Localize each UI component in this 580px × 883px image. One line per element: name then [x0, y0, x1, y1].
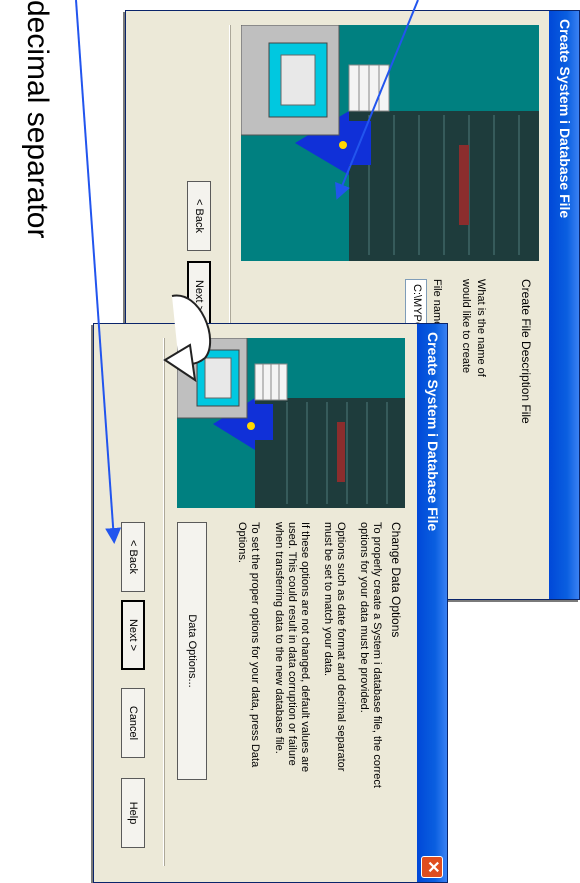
para3-line2: used. This could result in data corrupti… [286, 522, 298, 766]
para4-line1: To set the proper options for your data,… [249, 522, 261, 768]
button-separator [163, 338, 165, 866]
back-button[interactable]: < Back [187, 181, 211, 251]
decimal-separator-caption: decimal separator [21, 0, 54, 239]
question-line-1: What is the name of [475, 279, 487, 377]
dialog-change-data-options: Create System i Database File ✕ Change D… [93, 323, 448, 883]
next-button[interactable]: Next > [121, 600, 145, 670]
titlebar: Create System i Database File [549, 11, 579, 599]
para1-line2: options for your data must be provided. [358, 522, 370, 713]
help-button[interactable]: Help [121, 778, 145, 848]
para3-line1: If these options are not changed, defaul… [299, 522, 311, 773]
wizard-heading: Change Data Options [389, 522, 403, 638]
titlebar: Create System i Database File ✕ [417, 324, 447, 882]
caption-area: decimal separator [0, 0, 60, 882]
para4-line2: Options. [236, 522, 248, 563]
wizard-heading: Create File Description File [519, 279, 533, 424]
para2-line2: must be set to match your data. [322, 522, 334, 677]
cancel-button[interactable]: Cancel [121, 688, 145, 758]
question-line-2: would like to create [460, 279, 472, 374]
para3-line3: when transferring data to the new databa… [273, 522, 285, 754]
window-title: Create System i Database File [425, 332, 441, 532]
wizard-illustration [240, 24, 539, 261]
computer-server-icon [176, 337, 405, 508]
close-button[interactable]: ✕ [421, 856, 443, 878]
para2-line1: Options such as date format and decimal … [335, 522, 347, 772]
next-button[interactable]: Next > [187, 261, 211, 331]
data-options-button[interactable]: Data Options... [177, 522, 207, 780]
back-button[interactable]: < Back [121, 522, 145, 592]
wizard-illustration [176, 337, 405, 508]
window-title: Create System i Database File [557, 19, 573, 219]
computer-server-icon [240, 24, 539, 261]
para1-line1: To properly create a System i database f… [371, 522, 383, 788]
